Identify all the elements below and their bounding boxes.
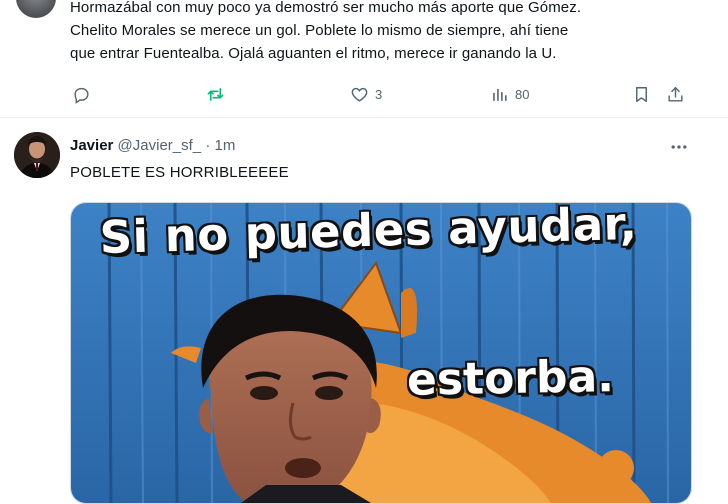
reply-button[interactable] xyxy=(72,80,91,108)
retweet-button[interactable] xyxy=(206,80,225,108)
separator: · xyxy=(205,137,211,154)
timestamp[interactable]: 1m xyxy=(214,137,235,154)
reply-icon xyxy=(74,87,89,104)
previous-tweet: Hormazábal con muy poco ya demostró ser … xyxy=(0,0,728,117)
views-count: 80 xyxy=(515,86,530,102)
more-button[interactable] xyxy=(668,136,690,158)
tweet-header: Javier @Javier_sf_ · 1m xyxy=(70,137,235,154)
like-count: 3 xyxy=(375,86,383,102)
heart-icon xyxy=(351,87,368,102)
bookmark-icon xyxy=(636,86,647,102)
share-icon xyxy=(668,86,683,102)
views-icon xyxy=(493,88,507,101)
tweet-text-line: que entrar Fuentealba. Ojalá aguanten el… xyxy=(70,45,557,62)
tweet-actions: 3 80 xyxy=(0,80,728,108)
like-button[interactable]: 3 xyxy=(350,80,382,108)
tweet-text: Hormazábal con muy poco ya demostró ser … xyxy=(70,0,710,65)
tweet-text-line: Hormazábal con muy poco ya demostró ser … xyxy=(70,0,582,16)
more-icon xyxy=(671,145,687,149)
tweet[interactable]: Javier @Javier_sf_ · 1m POBLETE ES HORRI… xyxy=(0,118,728,504)
tweet-text: POBLETE ES HORRIBLEEEEE xyxy=(70,164,289,181)
author-handle[interactable]: @Javier_sf_ xyxy=(118,137,202,154)
tweet-text-line: Chelito Morales se merece un gol. Poblet… xyxy=(70,22,569,39)
meme-image[interactable]: Si no puedes ayudar, estorba. xyxy=(70,202,692,504)
retweet-icon xyxy=(207,87,224,101)
avatar[interactable] xyxy=(16,0,56,18)
author-name[interactable]: Javier xyxy=(70,137,113,154)
bookmark-button[interactable] xyxy=(632,80,651,108)
share-button[interactable] xyxy=(666,80,685,108)
meme-bottom-text: estorba. xyxy=(406,351,615,406)
avatar[interactable] xyxy=(14,132,60,178)
views-button[interactable]: 80 xyxy=(490,80,529,108)
